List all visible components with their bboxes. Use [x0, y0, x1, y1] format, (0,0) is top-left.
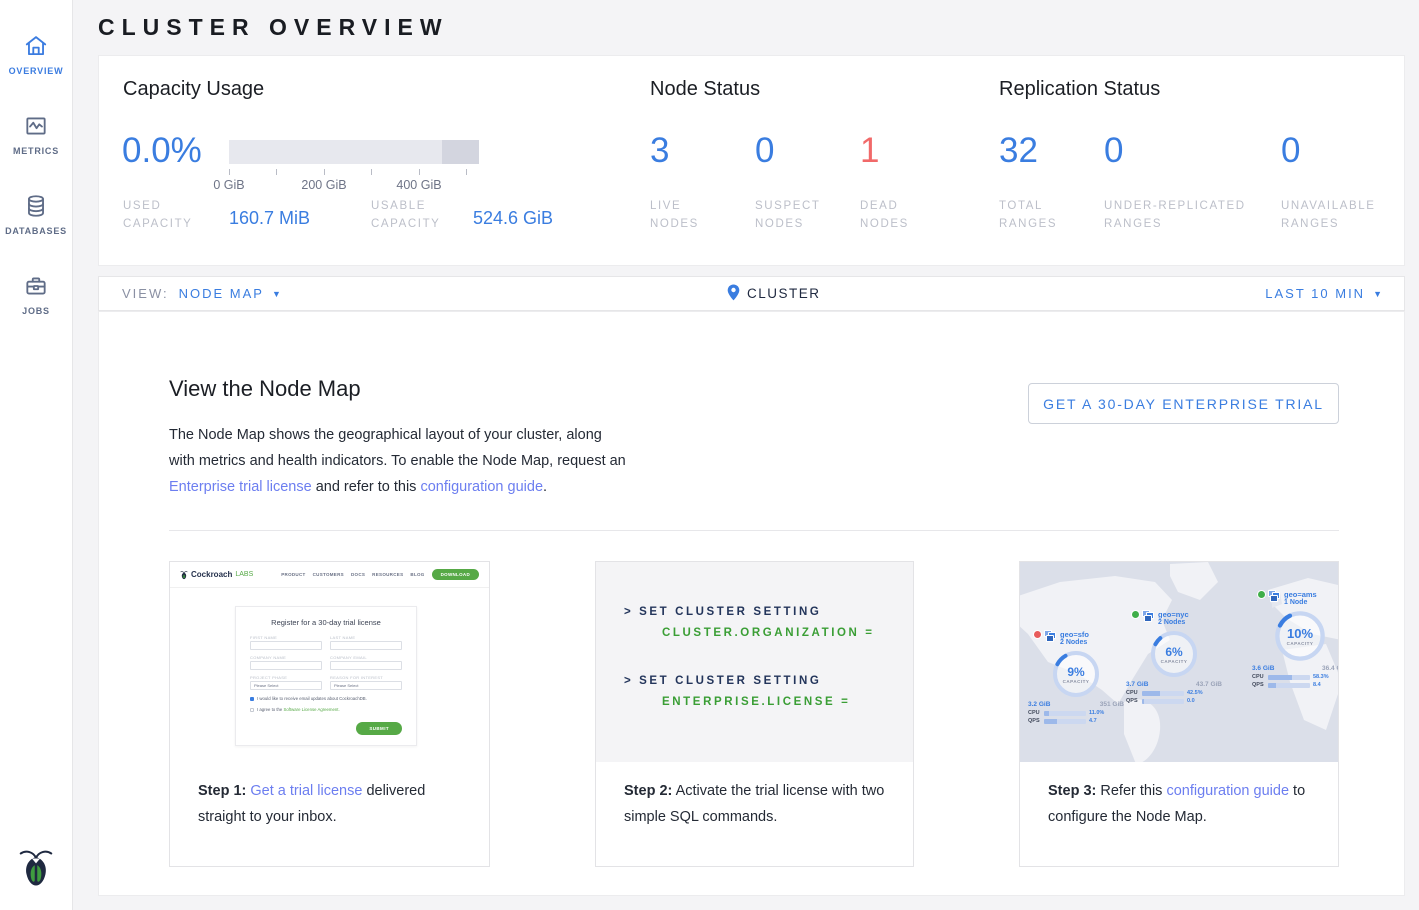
status-dot-red	[1034, 631, 1041, 638]
divider	[169, 530, 1339, 531]
total-ranges-value: 32	[999, 131, 1038, 171]
nodes-icon	[1044, 630, 1057, 642]
sidebar-item-label: METRICS	[13, 146, 59, 156]
unavailable-ranges-label: UNAVAILABLE RANGES	[1281, 197, 1376, 233]
step1-label: Step 1:	[198, 783, 246, 799]
database-icon	[23, 193, 49, 219]
sidebar-item-jobs[interactable]: JOBS	[0, 254, 72, 334]
time-range-dropdown[interactable]: LAST 10 MIN ▼	[1265, 277, 1382, 310]
promo-text: The Node Map shows the geographical layo…	[169, 427, 626, 469]
node-status-title: Node Status	[650, 78, 760, 101]
capacity-gauge	[229, 140, 479, 164]
sidebar-item-databases[interactable]: DATABASES	[0, 174, 72, 254]
mini-form-title: Register for a 30-day trial license	[250, 618, 402, 627]
dead-nodes-value: 1	[860, 131, 879, 171]
node-map-panel: View the Node Map The Node Map shows the…	[98, 311, 1405, 896]
step1-card: CockroachLABS PRODUCTCUSTOMERSDOCSRESOUR…	[169, 561, 490, 867]
live-nodes-value: 3	[650, 131, 669, 171]
step1-caption: Step 1: Get a trial license delivered st…	[170, 762, 489, 846]
cockroach-labs-logo: CockroachLABS	[180, 570, 253, 580]
page-title: CLUSTER OVERVIEW	[98, 14, 449, 41]
configuration-guide-link[interactable]: configuration guide	[1166, 783, 1289, 799]
cockroachdb-logo	[18, 847, 54, 892]
step2-caption: Step 2: Activate the trial license with …	[596, 762, 913, 846]
locality-sfo: geo=sfo2 Nodes 9%CAPACITY 3.2 GiB351 GiB…	[1028, 630, 1124, 724]
mini-site-nav: PRODUCTCUSTOMERSDOCSRESOURCESBLOG DOWNLO…	[281, 569, 479, 580]
metrics-icon	[23, 113, 49, 139]
locality-ams: geo=ams1 Node 10%CAPACITY 3.6 GiB36.4 Gi…	[1252, 590, 1338, 688]
step3-label: Step 3:	[1048, 783, 1096, 799]
promo-text: and refer to this	[316, 479, 417, 495]
view-bar: VIEW: NODE MAP ▼ CLUSTER LAST 10 MIN ▼	[98, 276, 1405, 311]
chevron-down-icon: ▼	[272, 289, 281, 299]
dead-nodes-label: DEAD NODES	[860, 197, 909, 233]
replication-status-title: Replication Status	[999, 78, 1160, 101]
sql-prompt: > SET CLUSTER SETTING	[624, 675, 913, 687]
sql-setting: CLUSTER.ORGANIZATION =	[662, 627, 913, 639]
sidebar-item-metrics[interactable]: METRICS	[0, 94, 72, 174]
locality-nyc: geo=nyc2 Nodes 6%CAPACITY 3.7 GiB43.7 Gi…	[1126, 610, 1222, 704]
nodes-icon	[1142, 610, 1155, 622]
enterprise-trial-license-link[interactable]: Enterprise trial license	[169, 479, 312, 495]
suspect-nodes-label: SUSPECT NODES	[755, 197, 821, 233]
promo-heading: View the Node Map	[169, 376, 361, 402]
capacity-percent: 0.0%	[122, 131, 202, 171]
status-dot-green	[1132, 611, 1139, 618]
trial-registration-form: Register for a 30-day trial license FIRS…	[235, 606, 417, 746]
capacity-usage-title: Capacity Usage	[123, 78, 264, 101]
cluster-summary-panel: Capacity Usage 0.0% 0 GiB 200 GiB 400 Gi…	[98, 55, 1405, 266]
promo-description: The Node Map shows the geographical layo…	[169, 422, 631, 500]
gauge-tick-label: 200 GiB	[289, 178, 359, 192]
sidebar-item-label: JOBS	[22, 306, 50, 316]
nodes-icon	[1268, 590, 1281, 602]
under-replicated-ranges-value: 0	[1104, 131, 1123, 171]
sql-prompt: > SET CLUSTER SETTING	[624, 606, 913, 618]
promo-text: .	[543, 479, 547, 495]
usable-capacity-label: USABLE CAPACITY	[371, 197, 440, 233]
home-icon	[23, 33, 49, 59]
status-dot-green	[1258, 591, 1265, 598]
sql-setting: ENTERPRISE.LICENSE =	[662, 696, 913, 708]
sidebar-item-overview[interactable]: OVERVIEW	[0, 14, 72, 94]
gauge-tick-label: 0 GiB	[194, 178, 264, 192]
unavailable-ranges-value: 0	[1281, 131, 1300, 171]
capacity-ring: 6%CAPACITY	[1148, 628, 1200, 680]
step2-card: > SET CLUSTER SETTING CLUSTER.ORGANIZATI…	[595, 561, 914, 867]
used-capacity-label: USED CAPACITY	[123, 197, 192, 233]
step3-card: geo=sfo2 Nodes 9%CAPACITY 3.2 GiB351 GiB…	[1019, 561, 1339, 867]
mini-submit-button: SUBMIT	[356, 722, 402, 735]
capacity-ring: 10%CAPACITY	[1272, 608, 1328, 664]
node-map-thumbnail: geo=sfo2 Nodes 9%CAPACITY 3.2 GiB351 GiB…	[1020, 562, 1338, 762]
step2-label: Step 2:	[624, 783, 672, 799]
get-trial-license-link[interactable]: Get a trial license	[250, 783, 362, 799]
trial-registration-thumbnail: CockroachLABS PRODUCTCUSTOMERSDOCSRESOUR…	[170, 562, 489, 762]
suspect-nodes-value: 0	[755, 131, 774, 171]
step3-caption: Step 3: Refer this configuration guide t…	[1020, 762, 1338, 846]
capacity-ring: 9%CAPACITY	[1050, 648, 1102, 700]
sidebar: OVERVIEW METRICS DATABASES	[0, 0, 73, 910]
mini-download-button: DOWNLOAD	[432, 569, 479, 580]
used-capacity-value: 160.7 MiB	[229, 208, 310, 229]
step3-text: Refer this	[1100, 783, 1162, 799]
configuration-guide-link[interactable]: configuration guide	[420, 479, 543, 495]
live-nodes-label: LIVE NODES	[650, 197, 699, 233]
location-pin-icon	[727, 284, 740, 304]
briefcase-icon	[23, 273, 49, 299]
view-label: VIEW:	[122, 286, 169, 301]
chevron-down-icon: ▼	[1373, 289, 1382, 299]
usable-capacity-value: 524.6 GiB	[473, 208, 553, 229]
gauge-tick-label: 400 GiB	[384, 178, 454, 192]
sidebar-item-label: OVERVIEW	[9, 66, 64, 76]
enterprise-trial-button[interactable]: GET A 30-DAY ENTERPRISE TRIAL	[1028, 383, 1339, 424]
sidebar-item-label: DATABASES	[5, 226, 67, 236]
under-replicated-ranges-label: UNDER-REPLICATED RANGES	[1104, 197, 1246, 233]
sql-commands-thumbnail: > SET CLUSTER SETTING CLUSTER.ORGANIZATI…	[596, 562, 913, 762]
view-selector-dropdown[interactable]: NODE MAP ▼	[179, 286, 281, 301]
total-ranges-label: TOTAL RANGES	[999, 197, 1057, 233]
breadcrumb-cluster: CLUSTER	[747, 286, 821, 301]
